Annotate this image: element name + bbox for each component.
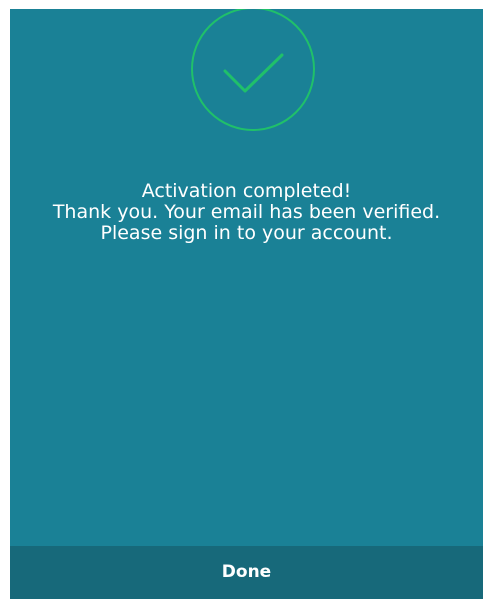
message-verified: Thank you. Your email has been verified. [52, 201, 441, 223]
check-mark-stroke [223, 53, 284, 93]
screen: Activation completed! Thank you. Your em… [0, 0, 483, 599]
done-button[interactable]: Done [10, 546, 483, 599]
activation-message: Activation completed! Thank you. Your em… [10, 181, 483, 244]
message-sign-in: Please sign in to your account. [100, 222, 393, 244]
check-circle-ring [191, 9, 315, 131]
checkmark-circle-graphic [191, 9, 315, 131]
activation-panel: Activation completed! Thank you. Your em… [10, 9, 483, 599]
checkmark-circle-icon [190, 9, 316, 135]
message-title: Activation completed! [141, 180, 352, 202]
